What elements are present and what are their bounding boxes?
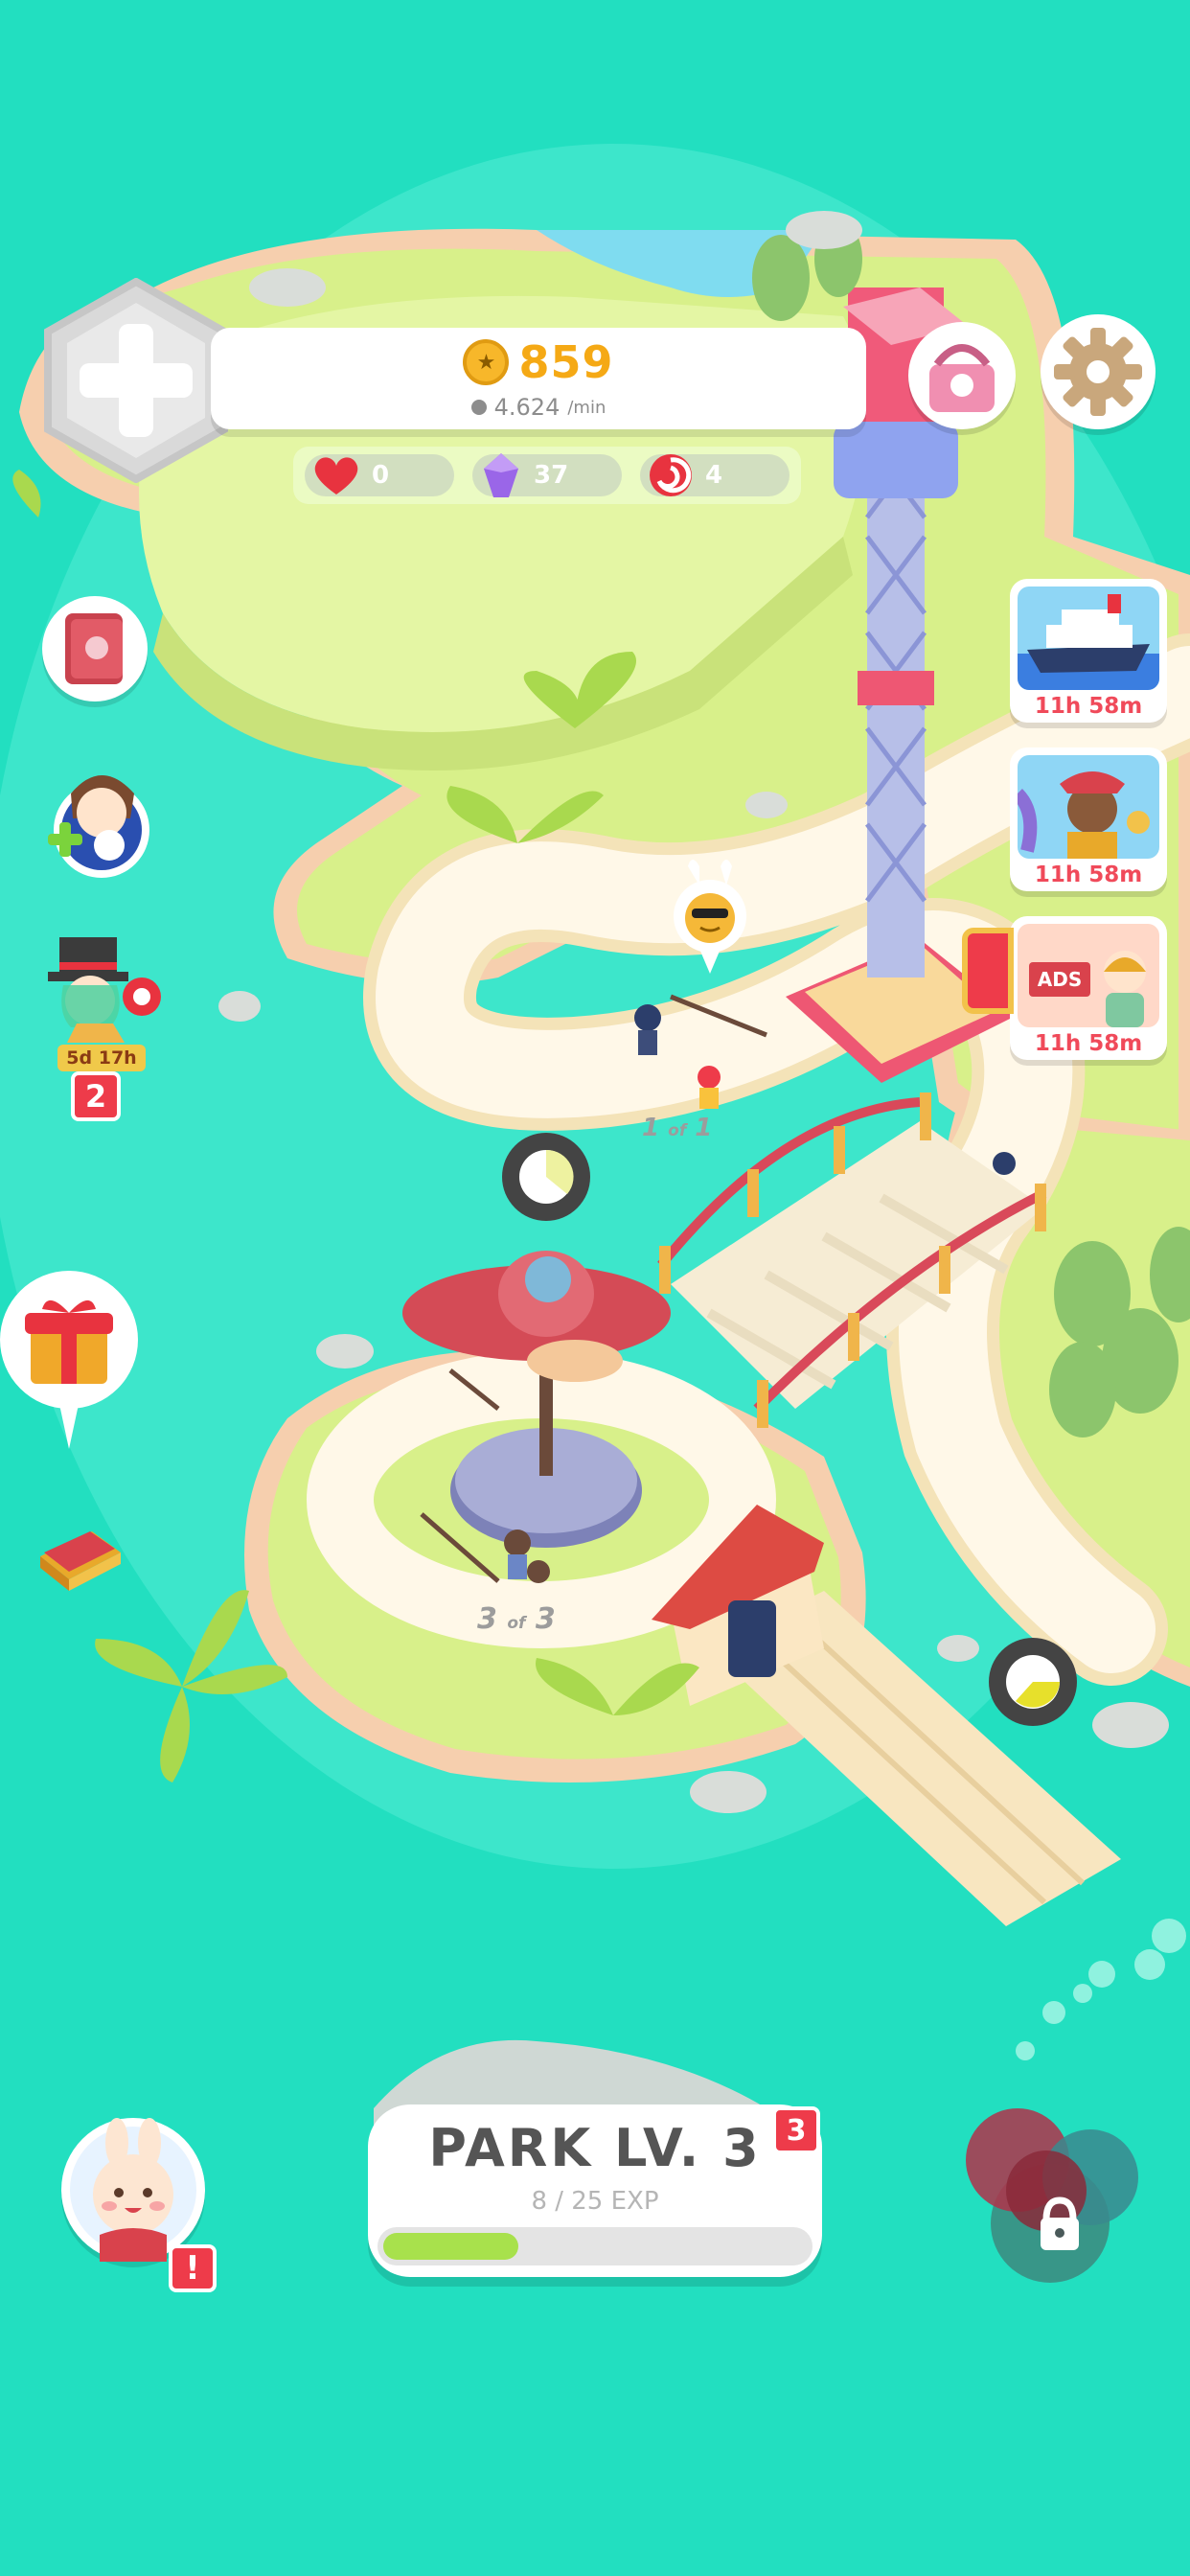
pirate-icon <box>1018 755 1159 859</box>
coin-count: 859 <box>518 336 614 388</box>
bunny-avatar-icon <box>70 2118 196 2262</box>
event-timer: 11h 58m <box>1034 694 1143 719</box>
park-level-title: PARK LV. 3 <box>428 2118 762 2178</box>
dock-progress-ring[interactable] <box>989 1638 1077 1726</box>
park-exp-fill <box>383 2233 519 2260</box>
friends-button[interactable] <box>42 757 149 882</box>
candy-icon <box>650 454 692 496</box>
collection-book-button[interactable] <box>42 596 148 702</box>
gems-counter[interactable]: 37 <box>472 453 622 497</box>
coin-rate-unit: /min <box>567 397 606 418</box>
hearts-value: 0 <box>372 461 390 490</box>
gem-icon <box>484 453 518 497</box>
event-card-ads[interactable]: ADS 11h 58m <box>1010 916 1167 1060</box>
candy-value: 4 <box>705 461 723 490</box>
event-card-cruise[interactable]: 11h 58m <box>1010 579 1167 723</box>
magician-event-button[interactable]: 5d 17h <box>38 928 167 1071</box>
coin-icon: ★ <box>463 339 510 385</box>
guest-speech-bubble[interactable] <box>671 857 749 981</box>
profile-button[interactable] <box>61 2118 205 2262</box>
park-level-card[interactable]: PARK LV. 3 8 / 25 EXP <box>368 2104 822 2277</box>
magician-count-badge: 2 <box>71 1071 121 1121</box>
magician-icon <box>48 937 161 1043</box>
ride-capacity-1: 1 of 1 <box>642 1114 712 1142</box>
ride-2-current: 3 <box>477 1602 497 1636</box>
coin-rate: 4.624 <box>493 394 561 421</box>
park-level-badge: 3 <box>772 2106 820 2154</box>
event-card-pirate[interactable]: 11h 58m <box>1010 748 1167 891</box>
ride-1-of: of <box>668 1121 687 1140</box>
treasure-chest-icon <box>40 1531 121 1591</box>
gems-value: 37 <box>534 461 569 490</box>
shop-button[interactable] <box>908 322 1016 429</box>
magician-timer: 5d 17h <box>57 1045 146 1071</box>
heart-icon <box>314 457 358 494</box>
add-currency-button[interactable] <box>42 277 230 484</box>
side-promo-tab[interactable] <box>962 928 1014 1014</box>
book-icon <box>65 613 123 684</box>
ride-1-total: 1 <box>695 1114 713 1142</box>
ride-1-current: 1 <box>642 1114 660 1142</box>
friends-avatar-icon <box>48 775 149 878</box>
event-timer: 11h 58m <box>1034 1031 1143 1056</box>
ride-2-of: of <box>507 1614 526 1633</box>
ride-2-total: 3 <box>535 1602 556 1636</box>
candy-counter[interactable]: 4 <box>640 454 790 496</box>
coin-balance-bar: ★ 859 4.624/min <box>211 328 866 429</box>
water-bubbles <box>1016 1919 1186 2060</box>
carousel-progress-ring[interactable] <box>502 1133 590 1221</box>
hearts-counter[interactable]: 0 <box>305 454 454 496</box>
income-dot-icon <box>470 400 487 415</box>
resource-strip: 0 37 4 <box>293 447 801 504</box>
settings-button[interactable] <box>1041 314 1156 429</box>
ads-label: ADS <box>1029 962 1090 997</box>
park-exp-bar <box>378 2227 812 2266</box>
shop-basket-icon <box>929 344 995 412</box>
park-exp-text: 8 / 25 EXP <box>531 2187 659 2216</box>
cruise-ship-icon <box>1018 586 1159 690</box>
ads-board-icon: ADS <box>1018 924 1159 1027</box>
ride-capacity-2: 3 of 3 <box>477 1602 556 1636</box>
profile-alert-badge: ! <box>169 2244 217 2292</box>
locked-balloons-button[interactable] <box>964 2099 1142 2287</box>
event-timer: 11h 58m <box>1034 862 1143 887</box>
gift-button[interactable] <box>0 1271 144 1449</box>
treasure-chest-button[interactable] <box>34 1524 126 1593</box>
gear-icon <box>1054 328 1142 416</box>
